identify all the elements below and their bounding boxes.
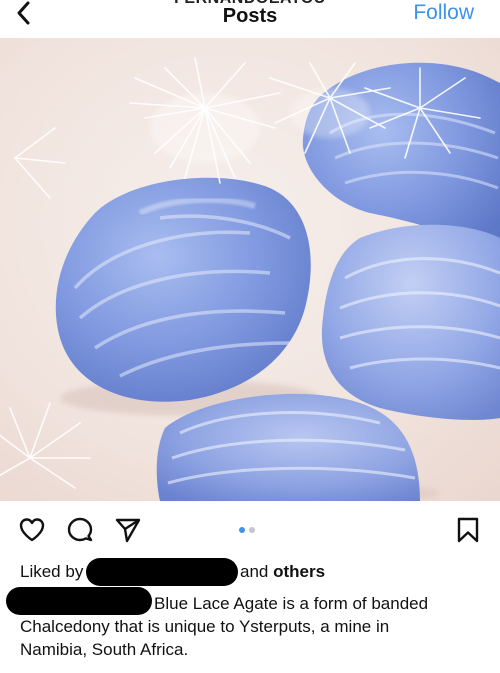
save-button[interactable] (454, 516, 482, 544)
post-actions (0, 501, 500, 559)
comment-button[interactable] (66, 516, 94, 544)
likes-connector: and (240, 562, 269, 581)
post-screen: FERNANDOEATOU Posts Follow (0, 0, 500, 673)
post-photo[interactable] (0, 38, 500, 501)
post-caption: Blue Lace Agate is a form of banded Chal… (20, 592, 490, 661)
bookmark-icon (457, 517, 479, 543)
likes-others[interactable]: and others (240, 561, 325, 583)
caption-line: Namibia, South Africa. (20, 640, 189, 659)
carousel-dot (249, 527, 255, 533)
share-button[interactable] (114, 516, 142, 544)
likes-others-label: others (273, 562, 326, 581)
redacted-username (86, 558, 238, 586)
heart-icon (19, 518, 45, 542)
caption-line: Blue Lace Agate is a form of banded (154, 594, 429, 613)
comment-icon (67, 517, 93, 542)
caption-line: Chalcedony that is unique to Ysterputs, … (20, 617, 390, 636)
follow-button[interactable]: Follow (413, 1, 474, 25)
carousel-dot (239, 527, 245, 533)
like-button[interactable] (18, 516, 46, 544)
likes-summary: Liked by (20, 561, 83, 583)
likes-prefix: Liked by (20, 562, 84, 581)
top-bar: FERNANDOEATOU Posts Follow (0, 0, 500, 40)
send-icon (115, 518, 141, 543)
